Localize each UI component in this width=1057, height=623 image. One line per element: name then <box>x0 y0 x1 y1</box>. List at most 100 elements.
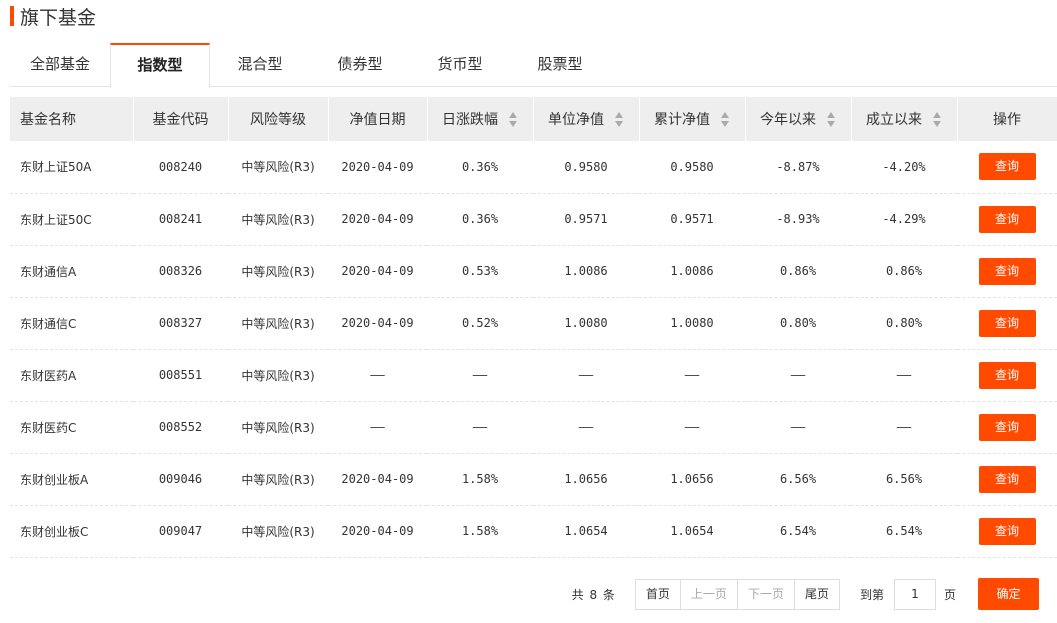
page-unit-label: 页 <box>943 587 956 602</box>
query-button[interactable]: 查询 <box>978 205 1036 233</box>
risk-level: 中等风险(R3) <box>228 505 328 558</box>
header-label: 成立以来 <box>866 112 922 128</box>
fund-name[interactable]: 东财上证50A <box>10 141 133 194</box>
accumulated-nav: 1.0656 <box>639 453 745 506</box>
query-button[interactable]: 查询 <box>978 361 1036 389</box>
sort-icon[interactable] <box>720 110 730 128</box>
query-button[interactable]: 查询 <box>978 465 1036 493</box>
header-nav-date: 净值日期 <box>328 97 428 141</box>
nav-date: —— <box>328 401 427 454</box>
first-page-button[interactable]: 首页 <box>634 578 681 610</box>
header-unit-nav[interactable]: 单位净值 <box>533 97 640 141</box>
tab-money[interactable]: 货币型 <box>410 43 510 87</box>
tab-all[interactable]: 全部基金 <box>10 43 110 87</box>
ytd-return: —— <box>745 401 851 454</box>
table-row: 东财通信C 008327 中等风险(R3) 2020-04-09 0.52% 1… <box>10 297 1057 350</box>
fund-name[interactable]: 东财通信C <box>10 297 133 350</box>
query-button[interactable]: 查询 <box>978 257 1036 285</box>
fund-name[interactable]: 东财上证50C <box>10 193 133 246</box>
sort-icon[interactable] <box>932 110 942 128</box>
table-row: 东财上证50A 008240 中等风险(R3) 2020-04-09 0.36%… <box>10 141 1057 194</box>
since-inception-return: 6.54% <box>851 505 957 558</box>
ytd-return: 6.54% <box>745 505 851 558</box>
pagination: 共 8 条 首页 上一页 下一页 尾页 到第 页 确定 <box>572 578 1039 610</box>
nav-date: 2020-04-09 <box>328 193 427 246</box>
header-risk-level: 风险等级 <box>228 97 329 141</box>
next-page-button[interactable]: 下一页 <box>736 578 795 610</box>
table-row: 东财医药A 008551 中等风险(R3) —— —— —— —— —— —— … <box>10 349 1057 402</box>
since-inception-return: 6.56% <box>851 453 957 506</box>
risk-level: 中等风险(R3) <box>228 297 328 350</box>
section-title-text: 旗下基金 <box>20 6 97 29</box>
tab-hybrid[interactable]: 混合型 <box>210 43 310 87</box>
sort-icon[interactable] <box>614 110 624 128</box>
daily-change: 1.58% <box>427 453 533 506</box>
header-label: 单位净值 <box>548 112 604 128</box>
section-title: 旗下基金 <box>10 5 97 29</box>
header-label: 基金代码 <box>152 112 209 128</box>
fund-code: 009046 <box>133 453 228 506</box>
unit-nav: —— <box>533 349 639 402</box>
daily-change: 0.36% <box>427 141 533 194</box>
fund-type-tabs: 全部基金 指数型 混合型 债券型 货币型 股票型 <box>10 43 1057 88</box>
since-inception-return: 0.80% <box>851 297 957 350</box>
page-number-input[interactable] <box>893 578 936 610</box>
table-row: 东财创业板C 009047 中等风险(R3) 2020-04-09 1.58% … <box>10 505 1057 558</box>
fund-code: 008327 <box>133 297 228 350</box>
daily-change: —— <box>427 401 533 454</box>
query-button[interactable]: 查询 <box>978 153 1036 181</box>
nav-date: 2020-04-09 <box>328 505 427 558</box>
unit-nav: 1.0654 <box>533 505 639 558</box>
query-button[interactable]: 查询 <box>978 309 1036 337</box>
fund-table: 基金名称 基金代码 风险等级 净值日期 日涨跌幅 单位净值 累计净值 今年以来 … <box>10 97 1057 558</box>
nav-date: —— <box>328 349 427 402</box>
unit-nav: 1.0656 <box>533 453 639 506</box>
table-row: 东财通信A 008326 中等风险(R3) 2020-04-09 0.53% 1… <box>10 245 1057 298</box>
action-cell: 查询 <box>957 401 1057 454</box>
ytd-return: 0.86% <box>745 245 851 298</box>
ytd-return: 6.56% <box>745 453 851 506</box>
fund-name[interactable]: 东财创业板A <box>10 453 133 506</box>
accumulated-nav: —— <box>639 401 745 454</box>
header-fund-name: 基金名称 <box>10 97 134 141</box>
since-inception-return: —— <box>851 349 957 402</box>
last-page-button[interactable]: 尾页 <box>793 578 840 610</box>
sort-icon[interactable] <box>508 110 518 128</box>
fund-code: 008326 <box>133 245 228 298</box>
action-cell: 查询 <box>957 141 1057 194</box>
unit-nav: 0.9571 <box>533 193 639 246</box>
confirm-button[interactable]: 确定 <box>978 578 1039 610</box>
action-cell: 查询 <box>957 245 1057 298</box>
header-label: 风险等级 <box>250 112 306 128</box>
unit-nav: 1.0080 <box>533 297 639 350</box>
header-label: 净值日期 <box>349 112 406 128</box>
header-accumulated-nav[interactable]: 累计净值 <box>639 97 746 141</box>
risk-level: 中等风险(R3) <box>228 453 328 506</box>
header-ytd[interactable]: 今年以来 <box>745 97 852 141</box>
prev-page-button[interactable]: 上一页 <box>679 578 738 610</box>
fund-name[interactable]: 东财医药A <box>10 349 133 402</box>
query-button[interactable]: 查询 <box>978 413 1036 441</box>
fund-code: 009047 <box>133 505 228 558</box>
goto-label: 到第 <box>859 587 884 602</box>
header-label: 日涨跌幅 <box>442 112 498 128</box>
accumulated-nav: 0.9571 <box>639 193 745 246</box>
query-button[interactable]: 查询 <box>978 517 1036 545</box>
since-inception-return: —— <box>851 401 957 454</box>
tab-stock[interactable]: 股票型 <box>510 43 610 87</box>
tab-bond[interactable]: 债券型 <box>310 43 410 87</box>
ytd-return: —— <box>745 349 851 402</box>
action-cell: 查询 <box>957 193 1057 246</box>
sort-icon[interactable] <box>826 110 836 128</box>
tab-index[interactable]: 指数型 <box>110 43 210 88</box>
total-count: 共 8 条 <box>571 587 616 602</box>
header-since-inception[interactable]: 成立以来 <box>851 97 958 141</box>
fund-name[interactable]: 东财通信A <box>10 245 133 298</box>
fund-name[interactable]: 东财创业板C <box>10 505 133 558</box>
header-label: 基金名称 <box>20 112 76 128</box>
unit-nav: 0.9580 <box>533 141 639 194</box>
daily-change: 0.52% <box>427 297 533 350</box>
header-fund-code: 基金代码 <box>133 97 229 141</box>
fund-name[interactable]: 东财医药C <box>10 401 133 454</box>
header-daily-change[interactable]: 日涨跌幅 <box>427 97 534 141</box>
